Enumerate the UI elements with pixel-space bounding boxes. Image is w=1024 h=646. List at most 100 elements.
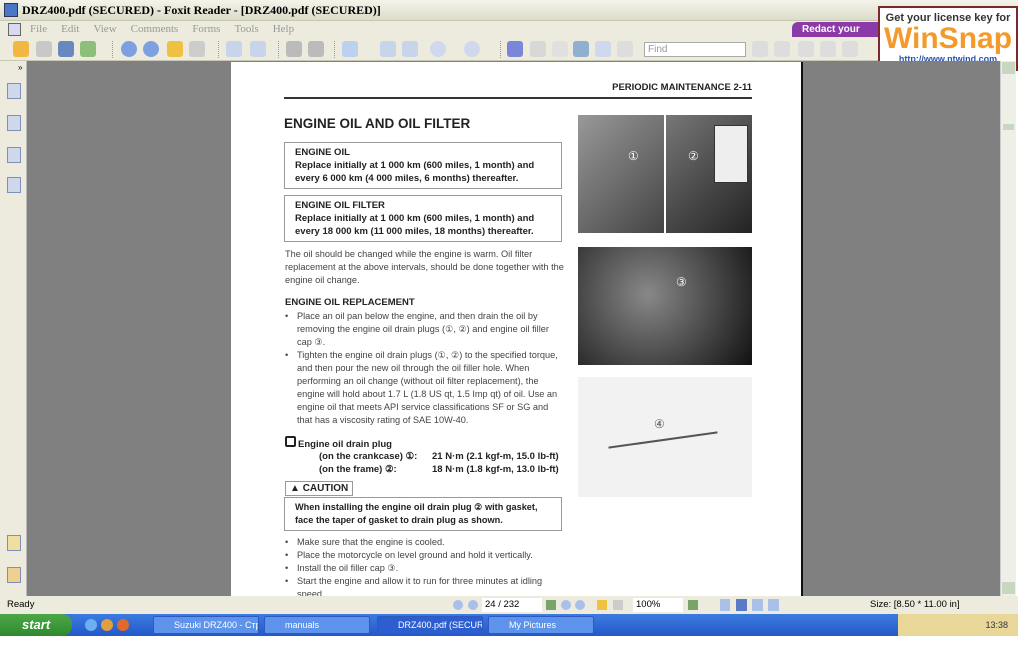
menu-comments[interactable]: Comments (131, 23, 179, 35)
back-view-icon[interactable] (597, 600, 607, 610)
quicklaunch-firefox-icon[interactable] (117, 619, 129, 631)
list-item: Place an oil pan below the engine, and t… (285, 310, 565, 349)
document-icon (8, 23, 21, 36)
first-page-icon[interactable] (453, 600, 463, 610)
zoom-level-input[interactable]: 100% (633, 598, 683, 612)
vertical-scrollbar[interactable] (1000, 61, 1016, 596)
quicklaunch-chrome-icon[interactable] (101, 619, 113, 631)
list-item: Install the oil filler cap ③. (285, 562, 565, 575)
select-arrow-icon[interactable] (552, 41, 568, 57)
pages-icon[interactable] (7, 115, 21, 131)
scroll-down-icon[interactable] (1002, 582, 1015, 594)
find-next-icon[interactable] (774, 41, 790, 57)
menu-view[interactable]: View (93, 23, 116, 35)
box-text: Replace initially at 1 000 km (600 miles… (295, 213, 535, 237)
task-foxit[interactable]: DRZ400.pdf (SECUR... (377, 616, 483, 634)
fit-width-icon[interactable] (402, 41, 418, 57)
attachments-icon[interactable] (7, 567, 21, 583)
menu-help[interactable]: Help (273, 23, 294, 35)
torque-label: (on the crankcase) ①: (319, 451, 418, 462)
rotate-left-icon[interactable] (226, 41, 242, 57)
prev-page-icon[interactable] (468, 600, 478, 610)
engine-oil-box: ENGINE OIL Replace initially at 1 000 km … (284, 142, 562, 189)
hand-tool-icon[interactable] (507, 41, 523, 57)
find-input[interactable]: Find (644, 42, 746, 57)
continuous-icon[interactable] (736, 599, 747, 611)
facing-icon[interactable] (752, 599, 763, 611)
status-text: Ready (7, 599, 35, 610)
scroll-up-icon[interactable] (1002, 62, 1015, 74)
start-button[interactable]: start (0, 614, 72, 636)
undo-icon[interactable] (286, 41, 302, 57)
previous-page-icon[interactable] (121, 41, 137, 57)
box-title: ENGINE OIL (295, 147, 350, 158)
task-my-pictures[interactable]: My Pictures (488, 616, 594, 634)
menu-tools[interactable]: Tools (234, 23, 258, 35)
pdf-page: PERIODIC MAINTENANCE 2-11 ENGINE OIL AND… (231, 62, 803, 596)
find-binoculars-icon[interactable] (573, 41, 589, 57)
menu-edit[interactable]: Edit (61, 23, 79, 35)
forward-icon[interactable] (189, 41, 205, 57)
continuous-facing-icon[interactable] (768, 599, 779, 611)
measure-icon[interactable] (798, 41, 814, 57)
page-size-text: Size: [8.50 * 11.00 in] (870, 599, 960, 610)
taskbar: start Suzuki DRZ400 - Стр... manuals DRZ… (0, 614, 1018, 636)
callout: ③ (676, 275, 687, 289)
window-title: DRZ400.pdf (SECURED) - Foxit Reader - [D… (22, 3, 381, 17)
callout: ② (688, 149, 699, 163)
open-icon[interactable] (13, 41, 29, 57)
fit-page-icon[interactable] (380, 41, 396, 57)
select-text-icon[interactable] (530, 41, 546, 57)
section-heading: ENGINE OIL REPLACEMENT (285, 297, 415, 308)
layers-icon[interactable] (7, 147, 21, 163)
toolbar (0, 38, 1018, 61)
photo-dipstick-faded: ④ (578, 377, 752, 497)
callout: ④ (654, 417, 665, 431)
page-dropdown-icon[interactable] (546, 600, 556, 610)
system-tray: 13:38 (898, 614, 1018, 636)
caution-text-label: CAUTION (302, 483, 349, 494)
comments-icon[interactable] (7, 535, 21, 551)
quicklaunch-ie-icon[interactable] (85, 619, 97, 631)
zoom-in-icon[interactable] (464, 41, 480, 57)
text-tool-icon[interactable] (595, 41, 611, 57)
snapshot-icon[interactable] (617, 41, 633, 57)
save-icon[interactable] (36, 41, 52, 57)
torque-value: 21 N·m (2.1 kgf-m, 15.0 lb-ft) (432, 451, 559, 462)
rotate-right-icon[interactable] (250, 41, 266, 57)
redact-promo-tab[interactable]: Redact your PDFs (792, 22, 882, 50)
scroll-thumb[interactable] (1003, 124, 1014, 130)
zoom-out-icon[interactable] (430, 41, 446, 57)
next-page-icon[interactable] (143, 41, 159, 57)
task-firefox[interactable]: Suzuki DRZ400 - Стр... (153, 616, 259, 634)
caution-label: ▲ CAUTION (285, 481, 354, 496)
list-item: Tighten the engine oil drain plugs (①, ②… (285, 349, 565, 427)
bookmarks-icon[interactable] (7, 83, 21, 99)
page-header: PERIODIC MAINTENANCE 2-11 (284, 82, 752, 99)
page-number-input[interactable]: 24 / 232 (482, 598, 542, 612)
zoom-dropdown-icon[interactable] (688, 600, 698, 610)
last-page-icon[interactable] (575, 600, 585, 610)
print-icon[interactable] (58, 41, 74, 57)
forward-view-icon[interactable] (613, 600, 623, 610)
status-bar: Ready 24 / 232 100% Size: [8.50 * 11.00 … (0, 596, 1018, 614)
torque-title: Engine oil drain plug (285, 436, 392, 450)
caution-box: When installing the engine oil drain plu… (284, 497, 562, 531)
redo-icon[interactable] (308, 41, 324, 57)
zoom-in-tool-icon[interactable] (342, 41, 358, 57)
winsnap-logo: WinSnap (883, 22, 1013, 55)
menu-file[interactable]: File (30, 23, 47, 35)
link-icon[interactable] (820, 41, 836, 57)
next-page-status-icon[interactable] (561, 600, 571, 610)
back-icon[interactable] (167, 41, 183, 57)
collapse-panel-icon[interactable]: » (18, 63, 22, 72)
torque-title-text: Engine oil drain plug (298, 439, 392, 450)
signatures-icon[interactable] (7, 177, 21, 193)
single-page-icon[interactable] (720, 599, 730, 611)
task-manuals[interactable]: manuals (264, 616, 370, 634)
menu-forms[interactable]: Forms (192, 23, 220, 35)
email-icon[interactable] (80, 41, 96, 57)
polyline-icon[interactable] (842, 41, 858, 57)
torque-value: 18 N·m (1.8 kgf-m, 13.0 lb-ft) (432, 464, 559, 475)
find-prev-icon[interactable] (752, 41, 768, 57)
